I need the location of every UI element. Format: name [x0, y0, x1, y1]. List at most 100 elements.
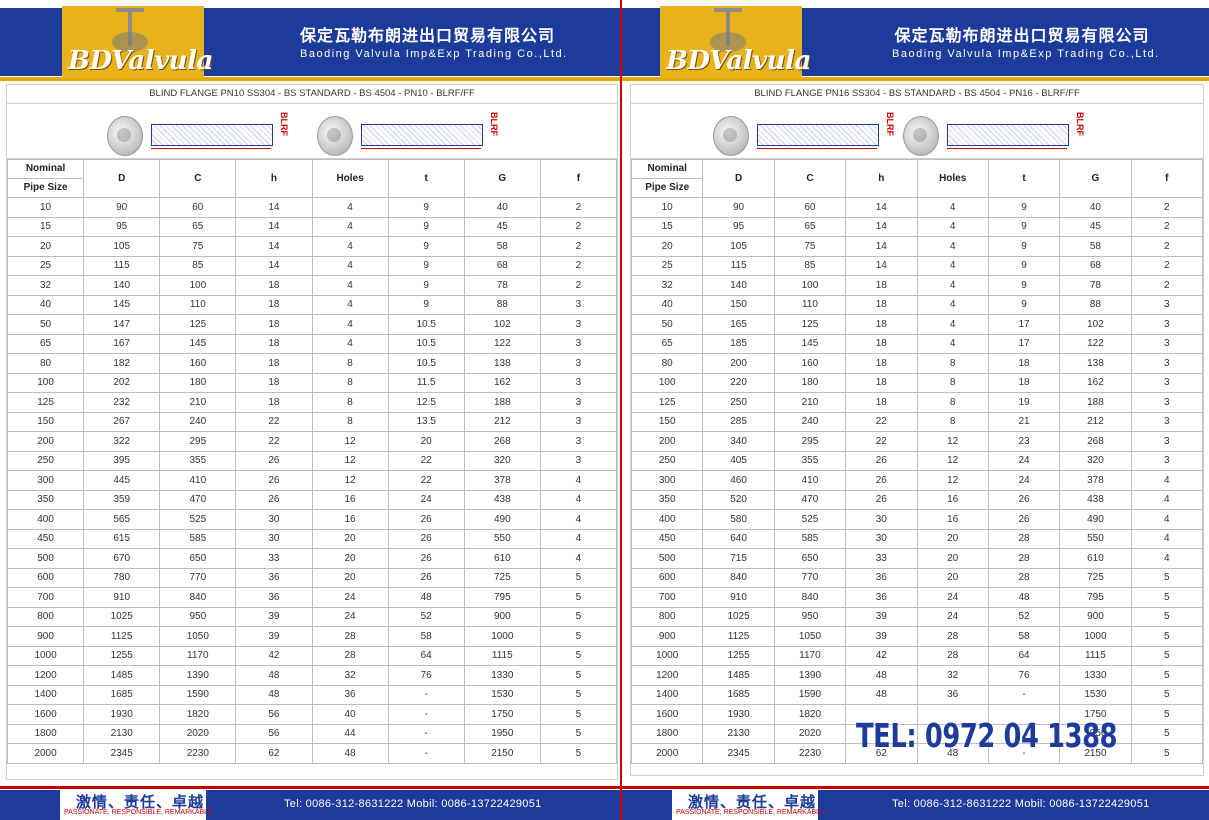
table-cell: 3: [539, 333, 618, 354]
cell-nominal-size: 250: [6, 450, 85, 471]
table-row: 700 910 840 36 24 48 795 5: [6, 587, 618, 608]
table-cell: 48: [845, 665, 918, 686]
cell-nominal-size: 1800: [6, 723, 85, 744]
table-cell: 110: [773, 294, 847, 315]
table-cell: 24: [311, 606, 389, 627]
table-row: 80 200 160 18 8 18 138 3: [630, 353, 1204, 374]
table-cell: 3: [539, 314, 618, 335]
cell-nominal-size: 1000: [630, 645, 704, 666]
spec-sheet: BLIND FLANGE PN10 SS304 - BS STANDARD - …: [6, 84, 618, 780]
table-cell: 4: [311, 197, 389, 218]
table-cell: 64: [987, 645, 1061, 666]
table-cell: 58: [1059, 236, 1132, 257]
table-cell: 24: [387, 489, 465, 510]
table-cell: 1390: [159, 665, 237, 686]
drawing-tag: BLRF: [1075, 112, 1085, 136]
table-row: 200 322 295 22 12 20 268 3: [6, 431, 618, 452]
table-cell: 122: [1059, 333, 1132, 354]
table-cell: 85: [159, 255, 237, 276]
table-cell: 5: [1130, 704, 1204, 725]
table-cell: 18: [235, 372, 313, 393]
table-row: 50 147 125 18 4 10.5 102 3: [6, 314, 618, 335]
table-cell: 22: [235, 431, 313, 452]
table-cell: 14: [235, 216, 313, 237]
table-cell: 105: [702, 236, 775, 257]
table-cell: 5: [539, 645, 618, 666]
table-row: 300 445 410 26 12 22 378 4: [6, 470, 618, 491]
table-cell: 4: [539, 509, 618, 530]
table-cell: 32: [311, 665, 389, 686]
col-f: f: [1130, 159, 1204, 198]
table-cell: 12: [311, 450, 389, 471]
table-row: 900 1125 1050 39 28 58 1000 5: [630, 626, 1204, 647]
table-cell: 2: [539, 197, 618, 218]
cell-nominal-size: 32: [6, 275, 85, 296]
table-cell: 26: [235, 489, 313, 510]
table-row: 1200 1485 1390 48 32 76 1330 5: [6, 665, 618, 686]
table-cell: 105: [83, 236, 161, 257]
table-cell: 9: [387, 294, 465, 315]
table-row: 125 232 210 18 8 12.5 188 3: [6, 392, 618, 413]
table-row: 1200 1485 1390 48 32 76 1330 5: [630, 665, 1204, 686]
table-cell: 39: [845, 606, 918, 627]
table-cell: 5: [1130, 567, 1204, 588]
table-cell: 725: [1059, 567, 1132, 588]
table-cell: 4: [916, 294, 989, 315]
flange-drawing-ff: BLRF: [317, 112, 507, 156]
drawing-tag: BLRF: [279, 112, 289, 136]
table-cell: 20: [311, 567, 389, 588]
table-row: 65 167 145 18 4 10.5 122 3: [6, 333, 618, 354]
company-name: 保定瓦勒布朗进出口贸易有限公司 Baoding Valvula Imp&Exp …: [892, 22, 1158, 60]
table-cell: 20: [311, 548, 389, 569]
table-cell: 18: [845, 353, 918, 374]
table-cell: 100: [773, 275, 847, 296]
table-cell: 445: [83, 470, 161, 491]
table-cell: 12: [916, 431, 989, 452]
table-cell: 76: [387, 665, 465, 686]
dimension-line: [757, 148, 877, 149]
table-cell: 26: [387, 528, 465, 549]
table-row: 1400 1685 1590 48 36-1530 5: [6, 684, 618, 705]
table-row: 200 340 295 22 12 23 268 3: [630, 431, 1204, 452]
table-row: 900 1125 1050 39 28 58 1000 5: [6, 626, 618, 647]
table-cell: 212: [463, 411, 541, 432]
table-row: 400 580 525 30 16 26 490 4: [630, 509, 1204, 530]
col-h: h: [845, 159, 918, 198]
table-cell: 5: [539, 606, 618, 627]
table-cell: 165: [702, 314, 775, 335]
table-cell: 26: [987, 489, 1061, 510]
table-cell: 48: [235, 684, 313, 705]
cell-nominal-size: 40: [630, 294, 704, 315]
table-row: 80 182 160 18 8 10.5 138 3: [6, 353, 618, 374]
dimension-line: [947, 148, 1067, 149]
table-cell: 3: [539, 294, 618, 315]
table-cell: 1750: [463, 704, 541, 725]
table-cell: 64: [387, 645, 465, 666]
table-cell: 4: [916, 314, 989, 335]
col-d: D: [83, 159, 161, 198]
table-cell: 950: [773, 606, 847, 627]
table-cell: 26: [845, 470, 918, 491]
table-cell: 3: [539, 431, 618, 452]
table-row: 600 840 770 36 20 28 725 5: [630, 567, 1204, 588]
cell-nominal-size: 10: [630, 197, 704, 218]
cell-nominal-size: 600: [6, 567, 85, 588]
table-cell: 202: [83, 372, 161, 393]
table-cell: -: [387, 723, 465, 744]
cell-nominal-size: 20: [6, 236, 85, 257]
table-cell: 5: [539, 704, 618, 725]
table-cell: 26: [387, 509, 465, 530]
table-cell: 1485: [702, 665, 775, 686]
table-cell: 4: [539, 489, 618, 510]
table-cell: 5: [1130, 665, 1204, 686]
table-cell: 410: [773, 470, 847, 491]
table-cell: 58: [387, 626, 465, 647]
table-cell: 18: [235, 275, 313, 296]
table-cell: 267: [83, 411, 161, 432]
table-cell: 2345: [83, 743, 161, 764]
col-nominal: Nominal Pipe Size: [6, 159, 85, 198]
table-cell: 33: [235, 548, 313, 569]
cell-nominal-size: 200: [6, 431, 85, 452]
table-cell: 650: [773, 548, 847, 569]
table-cell: 115: [83, 255, 161, 276]
